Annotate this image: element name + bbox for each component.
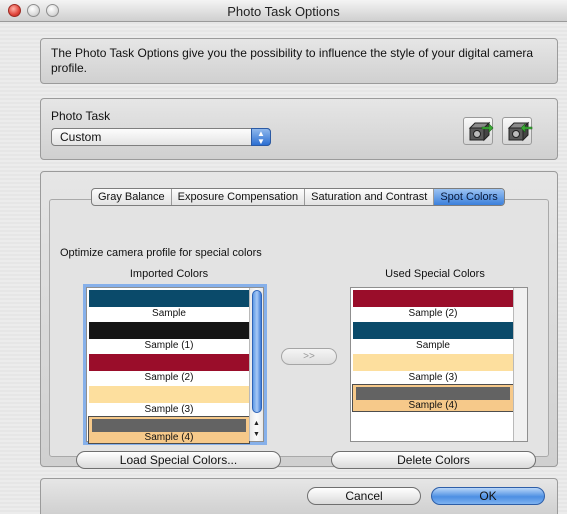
ok-button[interactable]: OK <box>431 487 545 505</box>
color-swatch <box>89 290 249 307</box>
used-scrollbar[interactable] <box>513 288 527 441</box>
list-item[interactable]: Sample <box>353 322 513 353</box>
window-title: Photo Task Options <box>227 4 340 19</box>
list-item-selected[interactable]: Sample (4) <box>352 384 514 412</box>
cancel-button[interactable]: Cancel <box>307 487 421 505</box>
popup-arrows-icon: ▲ ▼ <box>251 128 271 146</box>
swatch-label: Sample (3) <box>408 372 458 383</box>
swatch-label: Sample (3) <box>144 404 194 415</box>
swatch-label: Sample (1) <box>144 340 194 351</box>
spot-description: Optimize camera profile for special colo… <box>60 247 262 259</box>
add-to-used-button[interactable]: >> <box>281 348 337 365</box>
photo-task-selected: Custom <box>60 130 102 144</box>
tab-bar: Gray Balance Exposure Compensation Satur… <box>91 188 505 206</box>
tab-spot-colors[interactable]: Spot Colors <box>434 189 504 205</box>
color-swatch <box>353 290 513 307</box>
list-item-selected[interactable]: Sample (4) <box>88 416 250 444</box>
list-item[interactable]: Sample (2) <box>353 290 513 321</box>
color-swatch <box>356 387 510 400</box>
tab-exposure-compensation[interactable]: Exposure Compensation <box>172 189 306 205</box>
list-item[interactable]: Sample (1) <box>89 322 249 353</box>
footer-panel: Cancel OK <box>40 478 558 514</box>
swatch-label: Sample <box>152 308 186 319</box>
list-item[interactable]: Sample (3) <box>89 386 249 417</box>
scroll-down-icon[interactable]: ▼ <box>250 430 263 440</box>
photo-task-label: Photo Task <box>51 109 111 123</box>
swatch-label: Sample (2) <box>144 372 194 383</box>
color-swatch <box>353 354 513 371</box>
camera-export-icon <box>468 121 494 142</box>
options-panel: Gray Balance Exposure Compensation Satur… <box>40 171 558 469</box>
color-swatch <box>89 386 249 403</box>
scroll-up-icon[interactable]: ▲ <box>250 419 263 429</box>
imported-scrollbar[interactable]: ▲ ▼ <box>249 288 263 441</box>
photo-task-panel: Photo Task Custom ▲ ▼ <box>40 98 558 160</box>
list-item[interactable]: Sample <box>89 290 249 321</box>
intro-text: The Photo Task Options give you the poss… <box>51 46 534 75</box>
spot-colors-tab-content: Optimize camera profile for special colo… <box>49 199 549 469</box>
camera-import-icon <box>507 121 533 142</box>
camera-export-button[interactable] <box>463 117 494 145</box>
delete-colors-button[interactable]: Delete Colors <box>331 451 536 469</box>
swatch-label: Sample (4) <box>408 400 458 411</box>
photo-task-options-window: Photo Task Options The Photo Task Option… <box>0 0 567 514</box>
photo-task-popup[interactable]: Custom ▲ ▼ <box>51 128 271 146</box>
color-swatch <box>89 322 249 339</box>
color-swatch <box>353 322 513 339</box>
used-colors-list[interactable]: Sample (2) Sample Sample (3) Sample (4) <box>350 287 528 442</box>
scroll-thumb[interactable] <box>252 290 262 413</box>
color-swatch <box>89 354 249 371</box>
swatch-label: Sample (2) <box>408 308 458 319</box>
imported-colors-list[interactable]: Sample Sample (1) Sample (2) Sample (3) … <box>86 287 264 444</box>
load-special-colors-button[interactable]: Load Special Colors... <box>76 451 281 469</box>
list-item[interactable]: Sample (3) <box>353 354 513 385</box>
tab-gray-balance[interactable]: Gray Balance <box>92 189 172 205</box>
imported-colors-header: Imported Colors <box>129 268 209 280</box>
intro-panel: The Photo Task Options give you the poss… <box>40 38 558 84</box>
swatch-label: Sample <box>416 340 450 351</box>
camera-import-button[interactable] <box>502 117 533 145</box>
tab-saturation-contrast[interactable]: Saturation and Contrast <box>305 189 435 205</box>
color-swatch <box>92 419 246 432</box>
used-colors-header: Used Special Colors <box>385 268 485 280</box>
title-bar[interactable]: Photo Task Options <box>0 0 567 22</box>
swatch-label: Sample (4) <box>144 432 194 443</box>
list-item[interactable]: Sample (2) <box>89 354 249 385</box>
